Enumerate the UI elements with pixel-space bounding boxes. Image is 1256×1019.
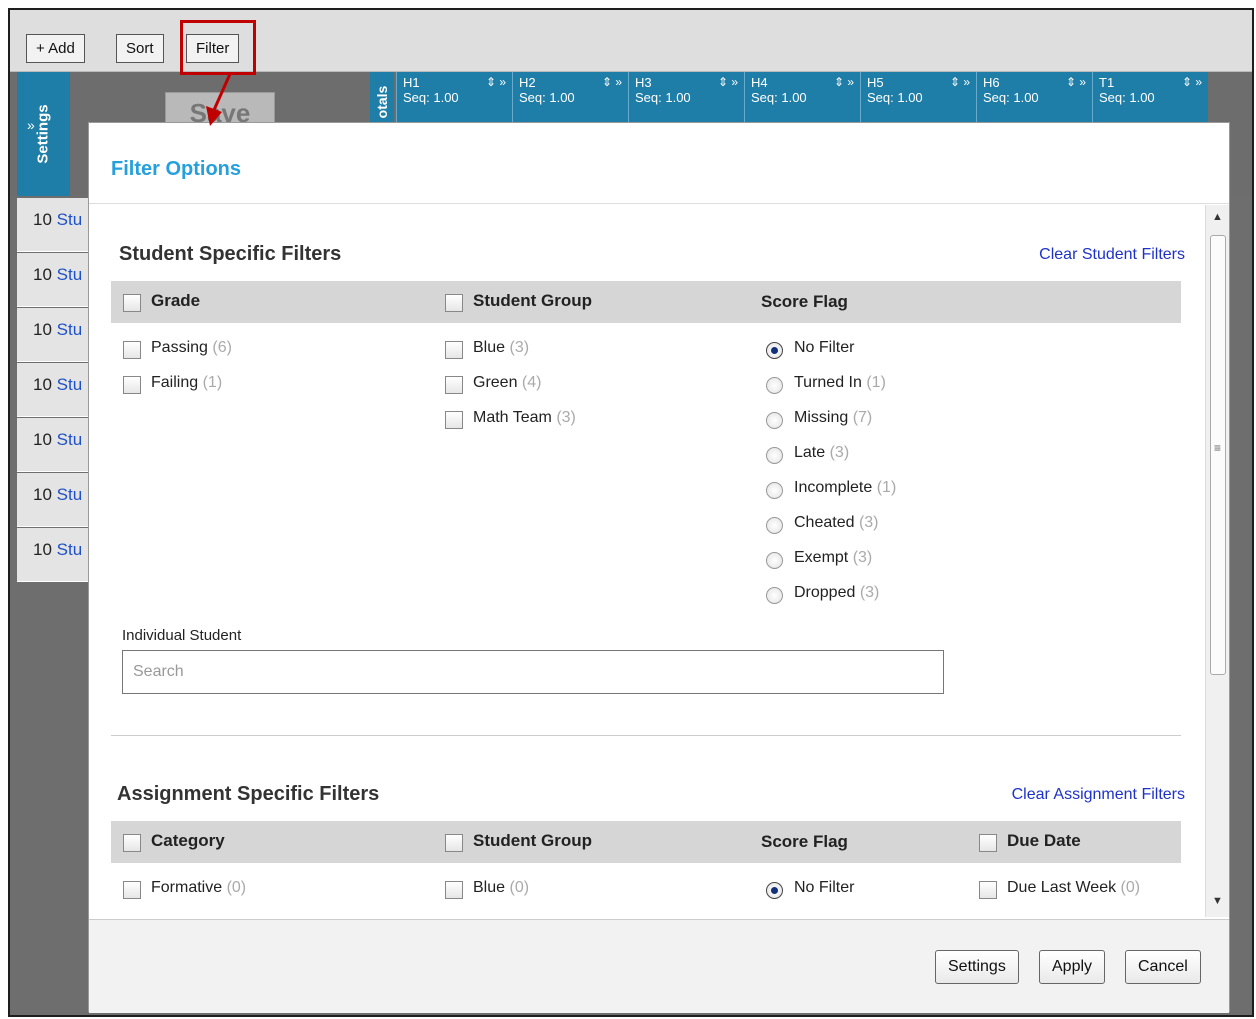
student-row[interactable]: 10 Stu bbox=[17, 418, 97, 472]
grade-passing-checkbox[interactable] bbox=[123, 341, 141, 359]
scroll-down-arrow-icon[interactable]: ▼ bbox=[1212, 895, 1223, 907]
individual-student-search-input[interactable] bbox=[122, 650, 944, 694]
settings-button[interactable]: Settings bbox=[935, 950, 1019, 984]
category-header: Category bbox=[151, 831, 225, 850]
section-divider bbox=[111, 735, 1181, 736]
assignment-flag-no-filter-radio[interactable] bbox=[766, 882, 783, 899]
group-blue-label: Blue (3) bbox=[473, 339, 530, 356]
student-row[interactable]: 10 Stu bbox=[17, 198, 97, 252]
flag-turned-in-label: Turned In (1) bbox=[794, 374, 886, 391]
assignment-group-blue-checkbox[interactable] bbox=[445, 881, 463, 899]
group-math-team-checkbox[interactable] bbox=[445, 411, 463, 429]
student-row[interactable]: 10 Stu bbox=[17, 473, 97, 527]
flag-exempt-label: Exempt (3) bbox=[794, 549, 873, 566]
flag-missing-label: Missing (7) bbox=[794, 409, 873, 426]
flag-turned-in-radio[interactable] bbox=[766, 377, 783, 394]
due-date-header: Due Date bbox=[1007, 831, 1081, 850]
add-button[interactable]: + Add bbox=[26, 34, 85, 63]
grade-failing-checkbox[interactable] bbox=[123, 376, 141, 394]
flag-cheated-radio[interactable] bbox=[766, 517, 783, 534]
flag-late-label: Late (3) bbox=[794, 444, 850, 461]
score-flag-header: Score Flag bbox=[761, 292, 848, 311]
modal-footer: Settings Apply Cancel bbox=[89, 919, 1229, 1013]
category-formative-label: Formative (0) bbox=[151, 879, 247, 896]
flag-no-filter-radio[interactable] bbox=[766, 342, 783, 359]
sort-arrows-icon[interactable]: ⇕ » bbox=[1182, 75, 1202, 89]
modal-title: Filter Options bbox=[111, 158, 241, 180]
clear-assignment-filters-link[interactable]: Clear Assignment Filters bbox=[1012, 786, 1185, 804]
assignment-score-flag-header: Score Flag bbox=[761, 832, 848, 851]
totals-label: otals bbox=[374, 85, 390, 119]
assignment-filters-title: Assignment Specific Filters bbox=[117, 783, 380, 805]
due-last-week-label: Due Last Week (0) bbox=[1007, 879, 1141, 896]
sort-arrows-icon[interactable]: ⇕ » bbox=[1066, 75, 1086, 89]
vertical-scrollbar[interactable]: ▲ ≡ ▼ bbox=[1205, 205, 1229, 917]
sort-button[interactable]: Sort bbox=[116, 34, 164, 63]
assignment-flag-no-filter-label: No Filter bbox=[794, 879, 855, 896]
student-row[interactable]: 10 Stu bbox=[17, 528, 97, 582]
flag-no-filter-label: No Filter bbox=[794, 339, 855, 356]
student-row[interactable]: 10 Stu bbox=[17, 363, 97, 417]
due-last-week-checkbox[interactable] bbox=[979, 881, 997, 899]
filter-highlight-box bbox=[180, 20, 256, 75]
grade-failing-label: Failing (1) bbox=[151, 374, 223, 391]
due-date-select-all-checkbox[interactable] bbox=[979, 834, 997, 852]
flag-dropped-label: Dropped (3) bbox=[794, 584, 880, 601]
student-group-select-all-checkbox[interactable] bbox=[445, 294, 463, 312]
apply-button[interactable]: Apply bbox=[1039, 950, 1106, 984]
settings-tab-label: Settings bbox=[34, 104, 52, 164]
student-filters-title: Student Specific Filters bbox=[119, 243, 342, 265]
title-divider bbox=[89, 203, 1229, 204]
group-green-label: Green (4) bbox=[473, 374, 542, 391]
sort-arrows-icon[interactable]: ⇕ » bbox=[602, 75, 622, 89]
flag-exempt-radio[interactable] bbox=[766, 552, 783, 569]
group-blue-checkbox[interactable] bbox=[445, 341, 463, 359]
callout-arrow-icon bbox=[206, 73, 232, 126]
group-math-team-label: Math Team (3) bbox=[473, 409, 576, 426]
flag-cheated-label: Cheated (3) bbox=[794, 514, 879, 531]
category-formative-checkbox[interactable] bbox=[123, 881, 141, 899]
sort-arrows-icon[interactable]: ⇕ » bbox=[718, 75, 738, 89]
clear-student-filters-link[interactable]: Clear Student Filters bbox=[1039, 246, 1185, 264]
student-filters-header-band: Grade Student Group Score Flag bbox=[111, 281, 1181, 323]
settings-side-tab[interactable]: » Settings bbox=[17, 72, 70, 196]
assignment-group-header: Student Group bbox=[473, 831, 592, 850]
assignment-group-select-all-checkbox[interactable] bbox=[445, 834, 463, 852]
assignment-filters-header-band: Category Student Group Score Flag Due Da… bbox=[111, 821, 1181, 863]
sort-arrows-icon[interactable]: ⇕ » bbox=[950, 75, 970, 89]
group-green-checkbox[interactable] bbox=[445, 376, 463, 394]
sort-arrows-icon[interactable]: ⇕ » bbox=[486, 75, 506, 89]
modal-scroll-area[interactable]: Student Specific Filters Clear Student F… bbox=[89, 205, 1231, 917]
category-select-all-checkbox[interactable] bbox=[123, 834, 141, 852]
sort-arrows-icon[interactable]: ⇕ » bbox=[834, 75, 854, 89]
scroll-up-arrow-icon[interactable]: ▲ bbox=[1212, 211, 1223, 223]
flag-dropped-radio[interactable] bbox=[766, 587, 783, 604]
assignment-group-blue-label: Blue (0) bbox=[473, 879, 530, 896]
scrollbar-thumb[interactable]: ≡ bbox=[1210, 235, 1226, 675]
grip-icon: ≡ bbox=[1214, 441, 1222, 455]
grade-select-all-checkbox[interactable] bbox=[123, 294, 141, 312]
filter-options-modal: Filter Options Student Specific Filters … bbox=[88, 122, 1231, 1013]
flag-incomplete-label: Incomplete (1) bbox=[794, 479, 897, 496]
flag-missing-radio[interactable] bbox=[766, 412, 783, 429]
student-row[interactable]: 10 Stu bbox=[17, 253, 97, 307]
individual-student-label: Individual Student bbox=[122, 627, 242, 644]
grade-passing-label: Passing (6) bbox=[151, 339, 232, 356]
student-row[interactable]: 10 Stu bbox=[17, 308, 97, 362]
cancel-button[interactable]: Cancel bbox=[1125, 950, 1201, 984]
grade-header: Grade bbox=[151, 291, 201, 310]
flag-late-radio[interactable] bbox=[766, 447, 783, 464]
flag-incomplete-radio[interactable] bbox=[766, 482, 783, 499]
gradebook-window: + Add Sort Filter » Settings Save otals … bbox=[8, 8, 1254, 1017]
student-group-header: Student Group bbox=[473, 291, 592, 310]
